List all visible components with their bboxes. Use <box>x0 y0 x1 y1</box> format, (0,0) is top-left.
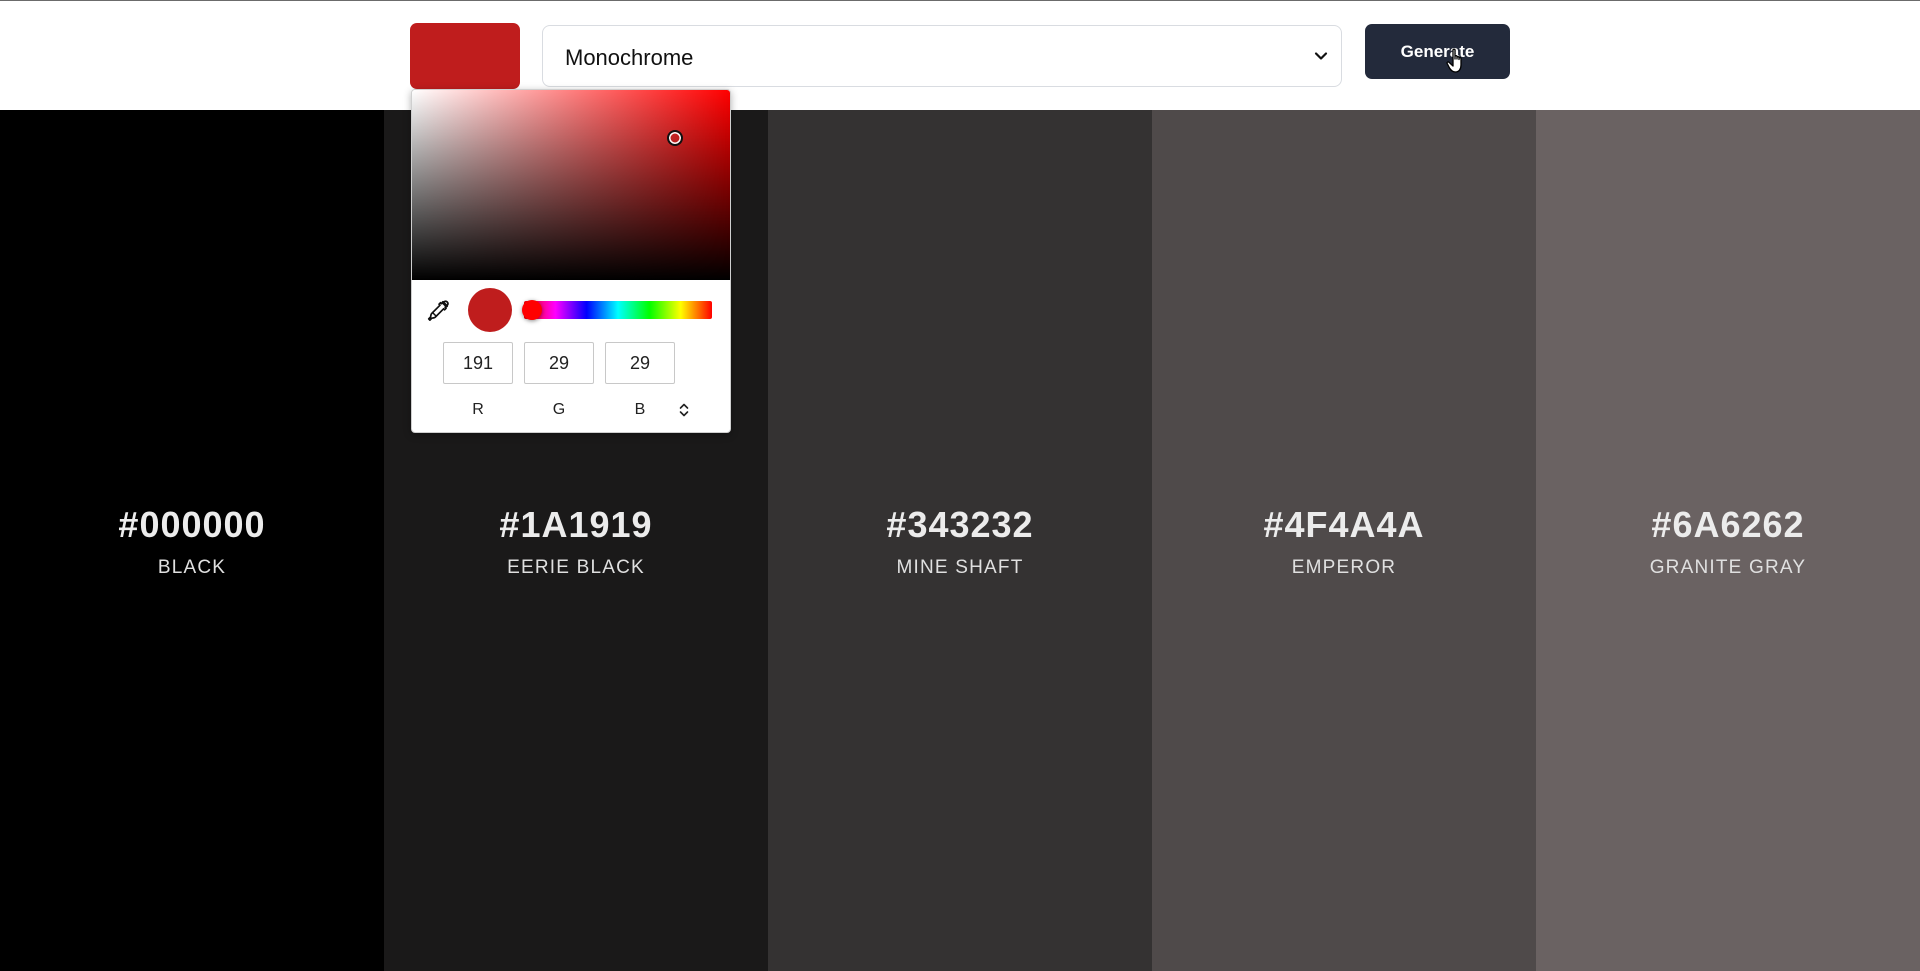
swatch-color-name: GRANITE GRAY <box>1649 557 1807 578</box>
scheme-mode-value: Monochrome <box>565 45 694 70</box>
generate-button[interactable]: Generate <box>1365 24 1510 79</box>
swatch-hex-code: #6A6262 <box>1651 504 1805 545</box>
saturation-handle[interactable] <box>667 130 683 146</box>
scheme-mode-select[interactable]: Monochrome <box>542 25 1342 87</box>
blue-value-input[interactable]: 29 <box>605 342 675 384</box>
eyedropper-icon[interactable] <box>426 299 450 323</box>
palette-swatch-4[interactable]: #4F4A4A EMPEROR <box>1152 110 1536 971</box>
red-label: R <box>472 401 484 418</box>
current-color-preview <box>468 288 512 332</box>
top-toolbar: Monochrome Generate <box>0 0 1920 110</box>
hue-slider-handle[interactable] <box>522 300 542 320</box>
color-palette: #000000 BLACK #1A1919 EERIE BLACK #34323… <box>0 110 1920 971</box>
green-label: G <box>552 401 566 418</box>
hand-pointer-cursor-icon <box>1446 48 1462 73</box>
base-color-swatch-button[interactable] <box>410 23 520 89</box>
chevron-down-icon <box>1314 52 1328 60</box>
swatch-color-name: BLACK <box>157 557 227 578</box>
swatch-color-name: EMPEROR <box>1291 557 1397 578</box>
swatch-hex-code: #1A1919 <box>499 504 653 545</box>
palette-swatch-3[interactable]: #343232 MINE SHAFT <box>768 110 1152 971</box>
color-picker-popover: 191 29 29 R G B <box>411 89 731 433</box>
up-down-toggle-icon[interactable] <box>677 401 691 419</box>
swatch-color-name: EERIE BLACK <box>507 557 645 578</box>
hue-slider[interactable] <box>524 301 712 319</box>
palette-swatch-5[interactable]: #6A6262 GRANITE GRAY <box>1536 110 1920 971</box>
swatch-hex-code: #343232 <box>886 504 1034 545</box>
swatch-hex-code: #000000 <box>118 504 266 545</box>
swatch-color-name: MINE SHAFT <box>896 557 1024 578</box>
red-value-input[interactable]: 191 <box>443 342 513 384</box>
blue-label: B <box>634 401 646 418</box>
swatch-hex-code: #4F4A4A <box>1263 504 1425 545</box>
saturation-value-area[interactable] <box>412 90 730 280</box>
green-value-input[interactable]: 29 <box>524 342 594 384</box>
palette-swatch-1[interactable]: #000000 BLACK <box>0 110 384 971</box>
